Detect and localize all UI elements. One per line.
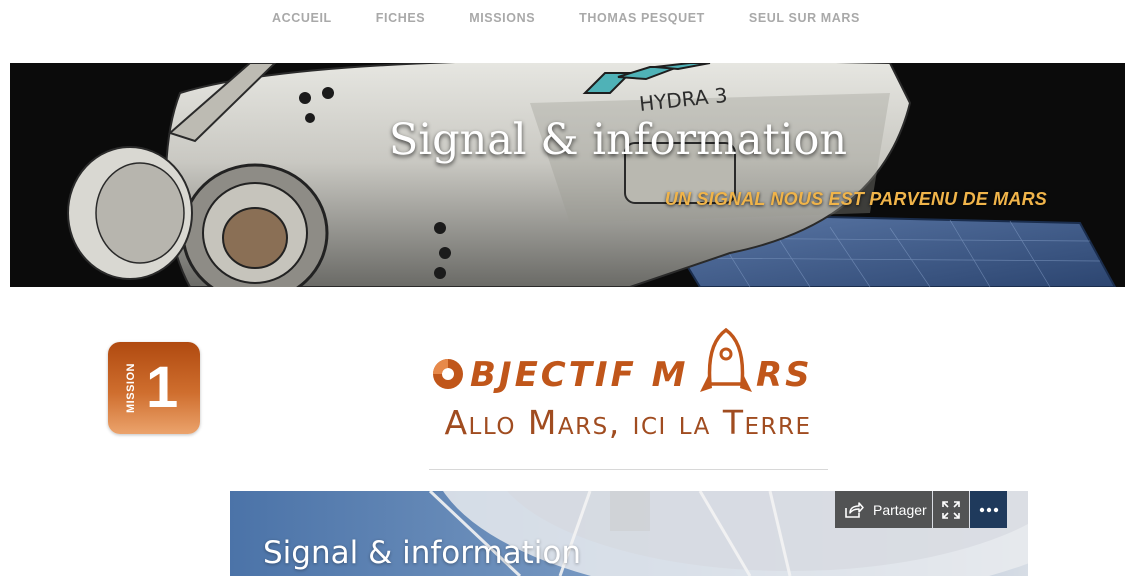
spaceship-illustration: HYDRA 3 bbox=[10, 63, 1125, 287]
svg-text:RS: RS bbox=[756, 355, 813, 395]
more-icon bbox=[979, 507, 998, 512]
hero-banner: HYDRA 3 Signal & information UN SIGNAL N… bbox=[10, 63, 1125, 287]
nav-item-fiches[interactable]: FICHES bbox=[376, 11, 425, 40]
section-divider bbox=[429, 469, 828, 470]
fullscreen-button[interactable] bbox=[933, 491, 969, 528]
embed-title: Signal & information bbox=[263, 535, 582, 571]
share-icon bbox=[845, 501, 864, 518]
hero-subtitle: UN SIGNAL NOUS EST PARVENU DE MARS bbox=[664, 189, 1047, 209]
hero-title: Signal & information bbox=[388, 115, 848, 165]
logo-subtitle: Allo Mars, ici la Terre bbox=[444, 403, 812, 442]
embedded-presentation[interactable]: Signal & information Partager bbox=[230, 491, 1028, 576]
main-nav: ACCUEIL FICHES MISSIONS THOMAS PESQUET S… bbox=[0, 0, 1132, 40]
mission-badge-label: MISSION bbox=[125, 363, 138, 413]
nav-item-missions[interactable]: MISSIONS bbox=[469, 11, 535, 40]
rocket-icon bbox=[700, 327, 752, 392]
svg-text:BJECTIF M: BJECTIF M bbox=[470, 355, 688, 395]
fullscreen-icon bbox=[942, 500, 960, 519]
nav-item-thomas-pesquet[interactable]: THOMAS PESQUET bbox=[579, 11, 705, 40]
nav-item-accueil[interactable]: ACCUEIL bbox=[272, 11, 332, 40]
satellite-icon bbox=[433, 359, 463, 389]
share-button-label: Partager bbox=[873, 501, 927, 518]
more-options-button[interactable] bbox=[970, 491, 1007, 528]
mission-badge-number: 1 bbox=[146, 355, 179, 420]
nav-item-seul-sur-mars[interactable]: SEUL SUR MARS bbox=[749, 11, 860, 40]
share-button[interactable]: Partager bbox=[835, 491, 932, 528]
mission-badge: MISSION 1 bbox=[108, 342, 200, 434]
